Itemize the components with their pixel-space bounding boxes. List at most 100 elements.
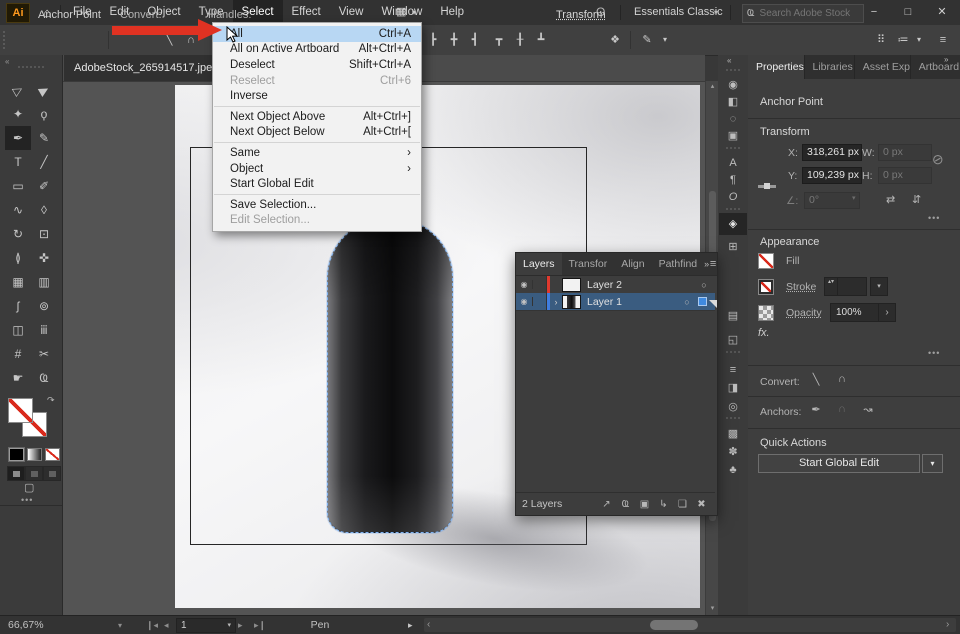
flip-horizontal-icon[interactable]: ⇄ [886, 193, 895, 206]
artboard-number-field[interactable]: 1 ▾ [176, 618, 236, 633]
start-global-edit-button[interactable]: Start Global Edit [758, 454, 920, 473]
opentype-icon[interactable]: O [718, 189, 748, 205]
scroll-right-icon[interactable]: › [946, 618, 949, 632]
gradient-icon[interactable]: ◧ [718, 94, 748, 110]
illustrator-logo[interactable]: Ai [6, 3, 30, 23]
new-layer-icon[interactable]: ❏ [673, 499, 692, 510]
artboard-tool[interactable]: # [5, 342, 31, 366]
workspace-chevron-icon[interactable]: ▾ [714, 0, 718, 25]
menu-item-inverse[interactable]: Inverse [213, 88, 421, 104]
make-clipping-mask-icon[interactable]: ▣ [635, 499, 654, 510]
align-bottom-icon[interactable]: ┻ [532, 31, 550, 49]
menu-item-all-on-active-artboard[interactable]: All on Active Artboard Alt+Ctrl+A [213, 42, 421, 58]
locate-object-icon[interactable]: Ҩ [616, 499, 635, 510]
stroke-swatch[interactable] [758, 279, 774, 295]
color-icon[interactable]: ◉ [718, 77, 748, 93]
convert-smooth-icon[interactable]: ∩ [832, 373, 852, 385]
align-icon[interactable]: ▤ [718, 308, 748, 324]
layer-thumbnail[interactable] [562, 277, 581, 292]
transparency-panel-icon[interactable]: ◎ [718, 399, 748, 415]
layer-name[interactable]: Layer 1 [587, 296, 676, 308]
type-tool[interactable]: T [5, 150, 31, 174]
magic-wand-tool[interactable]: ✦ [5, 102, 31, 126]
free-transform-tool[interactable]: ⊡ [31, 222, 57, 246]
workspace-switcher[interactable]: Essentials Classic [634, 0, 723, 25]
w-value-field[interactable]: 0 px [878, 144, 932, 161]
align-right-icon[interactable]: ┫ [466, 31, 484, 49]
puppet-warp-tool[interactable]: ✜ [31, 246, 57, 270]
zoom-level[interactable]: 66,67% [8, 616, 44, 634]
eraser-tool[interactable]: ◊ [31, 198, 57, 222]
stroke-weight-field[interactable] [837, 277, 867, 296]
menu-item-object[interactable]: Object › [213, 161, 421, 177]
collect-for-export-icon[interactable]: ↗ [597, 499, 616, 510]
expand-arrow-icon[interactable]: › [550, 297, 562, 307]
scroll-left-icon[interactable]: ‹ [427, 618, 430, 632]
control-panel-menu-icon[interactable]: ≡ [934, 31, 952, 49]
isolate-chevron-icon[interactable]: ▾ [656, 31, 674, 49]
tab-align[interactable]: Align [614, 253, 651, 275]
transform-icon[interactable]: ⊞ [718, 239, 748, 255]
convert-corner-icon[interactable]: ╲ [806, 373, 826, 386]
transparency-icon[interactable]: ◌ [718, 111, 748, 127]
control-bar-drag-handle[interactable] [3, 31, 7, 49]
close-button[interactable]: ✕ [926, 0, 958, 25]
x-value-field[interactable]: 318,261 px [802, 144, 862, 161]
dock-drag-handle[interactable] [726, 351, 740, 353]
layer-row-1[interactable]: ◉ › Layer 1 ○ [516, 293, 715, 311]
visibility-eye-icon[interactable]: ◉ [516, 280, 533, 289]
tab-pathfinder[interactable]: Pathfind [652, 253, 705, 275]
tab-artboard[interactable]: Artboard [911, 55, 960, 79]
hand-tool[interactable]: ☛ [5, 366, 31, 390]
transform-link[interactable]: Transform [556, 0, 606, 30]
appearance-more-icon[interactable]: ••• [928, 348, 940, 358]
toolbar-more-icon[interactable]: ••• [21, 495, 33, 505]
opacity-chevron[interactable]: › [878, 303, 896, 322]
draw-inside-button[interactable] [43, 466, 61, 481]
target-circle-icon[interactable]: ○ [676, 297, 698, 307]
align-left-icon[interactable]: ┣ [424, 31, 442, 49]
transform-more-icon[interactable]: ••• [928, 213, 940, 223]
lasso-tool[interactable]: ϙ [31, 102, 57, 126]
dock-drag-handle[interactable] [726, 208, 740, 210]
gradient-tool[interactable]: ▥ [31, 270, 57, 294]
h-value-field[interactable]: 0 px [878, 167, 932, 184]
curvature-tool[interactable]: ✎ [31, 126, 57, 150]
menu-item-all[interactable]: All Ctrl+A [213, 26, 421, 42]
delete-layer-icon[interactable]: ✖ [692, 499, 711, 510]
mesh-tool[interactable]: ▦ [5, 270, 31, 294]
paintbrush-tool[interactable]: ✐ [31, 174, 57, 198]
tab-libraries[interactable]: Libraries [805, 55, 855, 79]
flip-vertical-icon[interactable]: ⇵ [912, 193, 921, 206]
gradient-button[interactable] [27, 448, 42, 461]
first-artboard-icon[interactable]: ❙◂ [146, 616, 158, 634]
y-value-field[interactable]: 109,239 px [802, 167, 862, 184]
blend-tool[interactable]: ⊚ [31, 294, 57, 318]
stroke-label[interactable]: Stroke [786, 281, 816, 293]
rotate-tool[interactable]: ↻ [5, 222, 31, 246]
adobe-stock-search[interactable]: Ҩ [742, 4, 864, 23]
shaper-tool[interactable]: ∿ [5, 198, 31, 222]
opacity-label[interactable]: Opacity [786, 307, 822, 319]
next-artboard-icon[interactable]: ▸ [238, 616, 243, 634]
swap-fill-stroke-icon[interactable]: ↷ [47, 395, 55, 406]
isolate-mode-icon[interactable]: ✎ [638, 31, 656, 49]
zoom-tool[interactable]: Ҩ [31, 366, 57, 390]
stroke-icon[interactable]: ≡ [718, 362, 748, 378]
menu-item-deselect[interactable]: Deselect Shift+Ctrl+A [213, 57, 421, 73]
search-input[interactable] [757, 7, 859, 20]
line-segment-tool[interactable]: ╱ [31, 150, 57, 174]
menu-item-next-object-below[interactable]: Next Object Below Alt+Ctrl+[ [213, 125, 421, 141]
dock-collapse-icon[interactable]: « [727, 56, 731, 65]
maximize-button[interactable]: □ [892, 0, 924, 25]
layer-thumbnail[interactable] [562, 294, 581, 309]
slice-tool[interactable]: ✂ [31, 342, 57, 366]
tab-properties[interactable]: Properties [748, 55, 805, 79]
screen-mode-icon[interactable]: ▢ [24, 481, 34, 494]
add-anchor-icon[interactable]: ✒ [806, 403, 826, 416]
dock-drag-handle[interactable] [726, 147, 740, 149]
gradient-panel-icon[interactable]: ◨ [718, 380, 748, 396]
rectangle-tool[interactable]: ▭ [5, 174, 31, 198]
width-tool[interactable]: ≬ [5, 246, 31, 270]
toolbar-drag-handle[interactable] [18, 66, 44, 68]
